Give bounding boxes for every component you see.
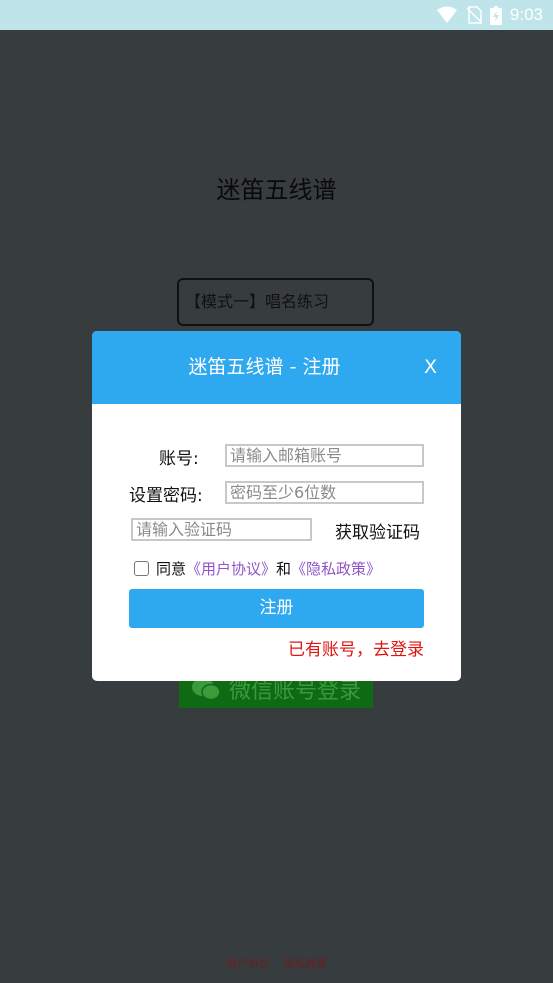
agreement-row: 同意 《用户协议》 和 《隐私政策》 [134,558,381,579]
mode-one-button[interactable]: 【模式一】唱名练习 [177,278,374,326]
agreement-checkbox[interactable] [134,561,149,576]
get-code-button[interactable]: 获取验证码 [335,518,420,543]
agree-prefix: 同意 [156,560,187,578]
status-icons: 9:03 [436,0,543,30]
battery-charging-icon [489,5,502,25]
footer-links: 用户协议 隐私政策 [0,955,553,971]
dialog-title: 迷笛五线谱 - 注册 [188,356,341,378]
account-label: 账号: [159,449,199,469]
footer-user-agreement-link[interactable]: 用户协议 [226,957,270,970]
go-to-login-link[interactable]: 已有账号，去登录 [288,635,424,660]
close-button[interactable]: X [424,331,437,404]
privacy-policy-link[interactable]: 《隐私政策》 [291,558,381,579]
footer-privacy-policy-link[interactable]: 隐私政策 [283,957,327,970]
agree-and: 和 [276,560,292,578]
app-title: 迷笛五线谱 [216,176,337,204]
password-label: 设置密码: [129,486,203,506]
account-input[interactable] [225,444,424,467]
status-bar: 9:03 [0,0,553,30]
verification-code-input[interactable] [131,518,312,541]
dialog-header: 迷笛五线谱 - 注册 X [92,331,461,404]
password-input[interactable] [225,481,424,504]
wifi-icon [436,6,457,23]
register-dialog: 迷笛五线谱 - 注册 X 账号: 设置密码: 获取验证码 同意 《用户协议》 和… [92,331,461,681]
no-sim-icon [466,6,482,24]
user-agreement-link[interactable]: 《用户协议》 [186,558,276,579]
register-button[interactable]: 注册 [129,589,424,628]
status-time: 9:03 [509,5,543,24]
